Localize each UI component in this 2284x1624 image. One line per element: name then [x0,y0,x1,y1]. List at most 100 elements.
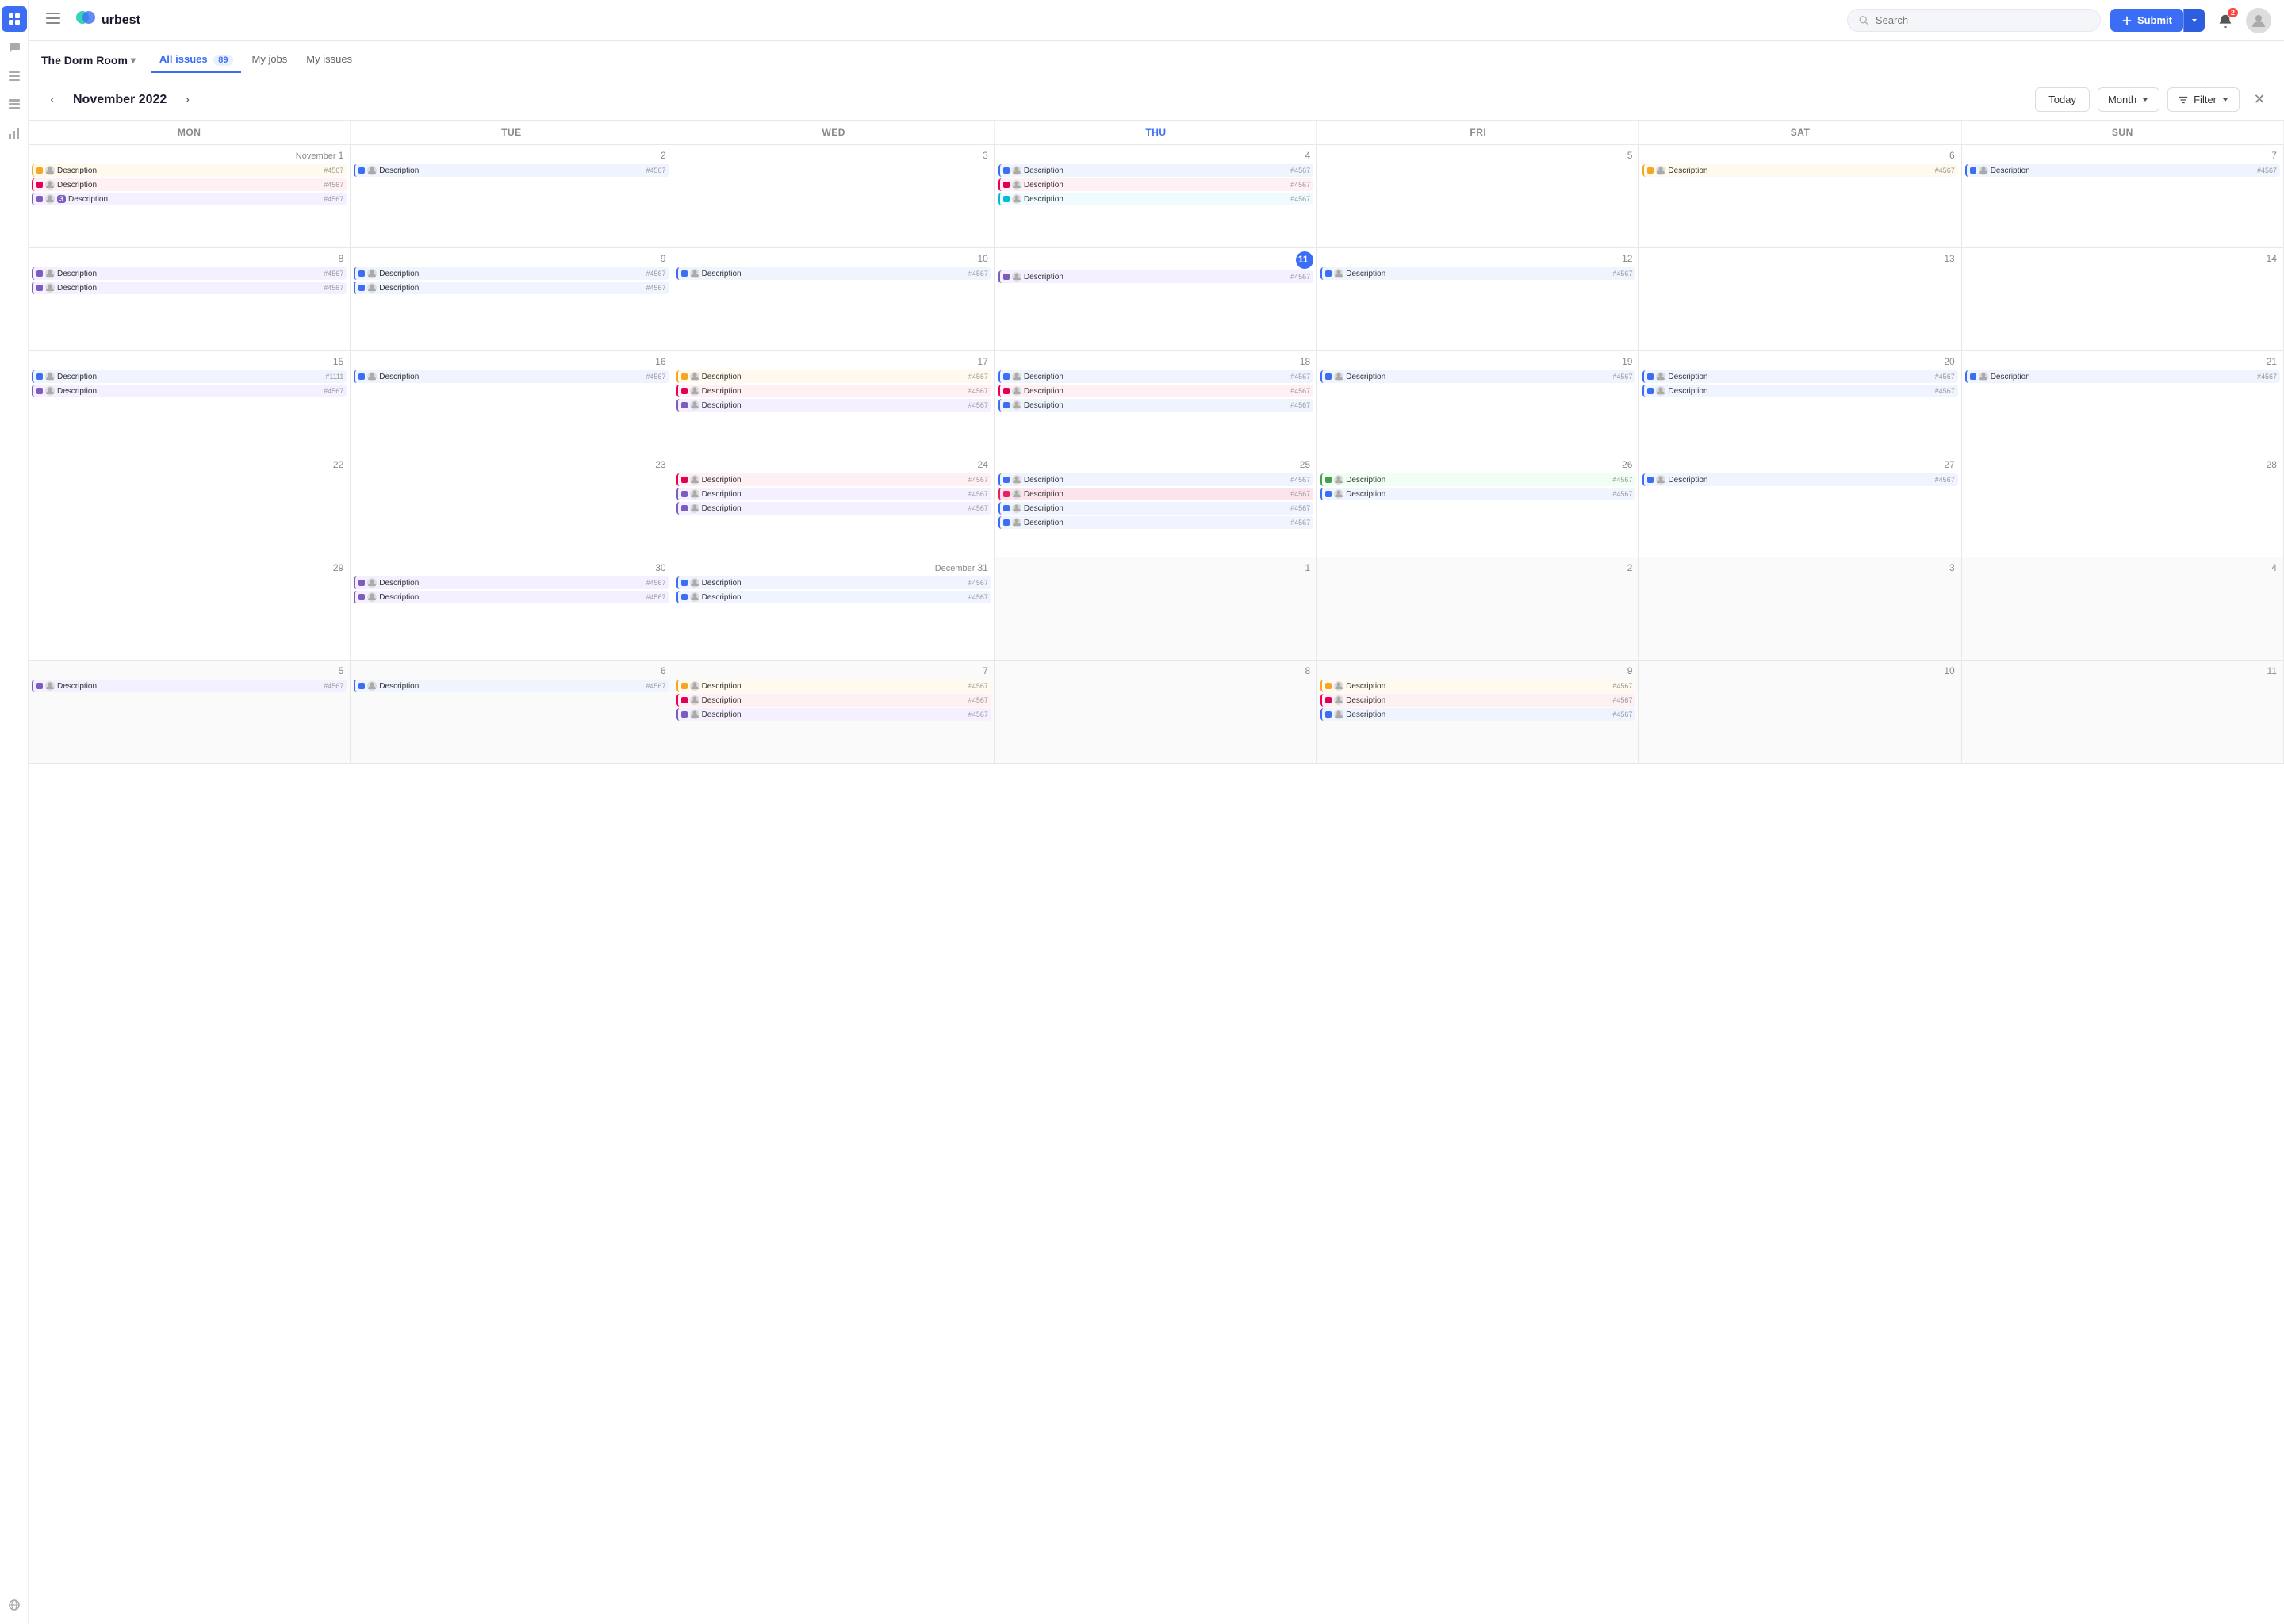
nav-icon-grid[interactable] [2,6,27,32]
event-item[interactable]: Description#4567 [998,164,1313,177]
calendar-cell[interactable]: 3 [673,145,995,248]
event-item[interactable]: Description#4567 [354,576,669,589]
event-item[interactable]: 3Description#4567 [32,193,347,205]
nav-icon-chat[interactable] [2,35,27,60]
calendar-cell[interactable]: 17Description#4567Description#4567Descri… [673,351,995,454]
calendar-cell[interactable]: 7Description#4567Description#4567Descrip… [673,661,995,764]
event-item[interactable]: Description#4567 [32,178,347,191]
event-item[interactable]: Description#4567 [998,473,1313,486]
event-item[interactable]: Description#4567 [676,694,991,707]
event-item[interactable]: Description#4567 [354,282,669,294]
calendar-cell[interactable]: 24Description#4567Description#4567Descri… [673,454,995,557]
event-item[interactable]: Description#4567 [1320,708,1635,721]
search-bar[interactable] [1847,9,2101,32]
filter-button[interactable]: Filter [2167,87,2240,112]
nav-icon-chart[interactable] [2,121,27,146]
event-item[interactable]: Description#4567 [676,473,991,486]
hamburger-menu[interactable] [41,8,65,33]
calendar-cell[interactable]: 2Description#4567 [351,145,673,248]
submit-arrow[interactable] [2183,9,2205,32]
event-item[interactable]: Description#4567 [676,399,991,412]
event-item[interactable]: Description#4567 [1965,370,2280,383]
calendar-cell[interactable]: December 31Description#4567Description#4… [673,557,995,661]
tab-my-jobs[interactable]: My jobs [244,47,296,73]
calendar-cell[interactable]: 11 [1962,661,2284,764]
event-item[interactable]: Description#4567 [1320,680,1635,692]
event-item[interactable]: Description#4567 [32,385,347,397]
event-item[interactable]: Description#4567 [998,270,1313,283]
notifications-button[interactable]: 2 [2213,8,2238,33]
submit-button[interactable]: Submit [2110,9,2183,32]
calendar-cell[interactable]: 16Description#4567 [351,351,673,454]
calendar-cell[interactable]: November 1Description#4567Description#45… [29,145,351,248]
event-item[interactable]: Description#4567 [676,370,991,383]
calendar-cell[interactable]: 12Description#4567 [1317,248,1639,351]
calendar-cell[interactable]: 9Description#4567Description#4567Descrip… [1317,661,1639,764]
tab-all-issues[interactable]: All issues 89 [151,47,241,73]
event-item[interactable]: Description#4567 [1320,694,1635,707]
event-item[interactable]: Description#4567 [998,178,1313,191]
event-item[interactable]: Description#4567 [676,267,991,280]
event-item[interactable]: Description#4567 [676,708,991,721]
calendar-cell[interactable]: 19Description#4567 [1317,351,1639,454]
calendar-cell[interactable]: 28 [1962,454,2284,557]
event-item[interactable]: Description#4567 [354,267,669,280]
calendar-cell[interactable]: 1 [995,557,1317,661]
event-item[interactable]: Description#4567 [1320,267,1635,280]
search-input[interactable] [1876,14,2089,26]
calendar-cell[interactable]: 3 [1639,557,1961,661]
event-item[interactable]: Description#4567 [676,502,991,515]
event-item[interactable]: Description#4567 [998,385,1313,397]
calendar-cell[interactable]: 20Description#4567Description#4567 [1639,351,1961,454]
event-item[interactable]: Description#4567 [998,516,1313,529]
event-item[interactable]: Description#4567 [1320,473,1635,486]
event-item[interactable]: Description#4567 [1642,473,1957,486]
event-item[interactable]: Description#4567 [676,680,991,692]
event-item[interactable]: Description#4567 [1320,488,1635,500]
event-item[interactable]: Description#4567 [676,488,991,500]
calendar-cell[interactable]: 6Description#4567 [1639,145,1961,248]
event-item[interactable]: Description#4567 [354,370,669,383]
calendar-cell[interactable]: 22 [29,454,351,557]
next-month-button[interactable]: › [176,89,198,111]
event-item[interactable]: Description#1111 [32,370,347,383]
calendar-cell[interactable]: 8Description#4567Description#4567 [29,248,351,351]
today-button[interactable]: Today [2035,87,2090,112]
calendar-cell[interactable]: 15Description#1111Description#4567 [29,351,351,454]
event-item[interactable]: Description#4567 [354,680,669,692]
calendar-cell[interactable]: 4 [1962,557,2284,661]
event-item[interactable]: Description#4567 [1642,370,1957,383]
nav-icon-globe[interactable] [2,1592,27,1618]
event-item[interactable]: Description#4567 [32,680,347,692]
event-item[interactable]: Description#4567 [32,267,347,280]
tab-my-issues[interactable]: My issues [298,47,360,73]
calendar-cell[interactable]: 2 [1317,557,1639,661]
event-item[interactable]: Description#4567 [676,591,991,603]
event-item[interactable]: Description#4567 [32,164,347,177]
event-item[interactable]: Description#4567 [354,164,669,177]
event-item[interactable]: Description#4567 [998,488,1313,500]
nav-icon-list[interactable] [2,63,27,89]
event-item[interactable]: Description#4567 [1642,164,1957,177]
event-item[interactable]: Description#4567 [998,193,1313,205]
event-item[interactable]: Description#4567 [676,576,991,589]
calendar-cell[interactable]: 14 [1962,248,2284,351]
event-item[interactable]: Description#4567 [1642,385,1957,397]
month-view-button[interactable]: Month [2098,87,2159,112]
calendar-cell[interactable]: 18Description#4567Description#4567Descri… [995,351,1317,454]
calendar-cell[interactable]: 30Description#4567Description#4567 [351,557,673,661]
calendar-cell[interactable]: 10 [1639,661,1961,764]
calendar-cell[interactable]: 23 [351,454,673,557]
calendar-cell[interactable]: 7Description#4567 [1962,145,2284,248]
event-item[interactable]: Description#4567 [998,370,1313,383]
calendar-cell[interactable]: 9Description#4567Description#4567 [351,248,673,351]
calendar-cell[interactable]: 21Description#4567 [1962,351,2284,454]
event-item[interactable]: Description#4567 [676,385,991,397]
event-item[interactable]: Description#4567 [1320,370,1635,383]
event-item[interactable]: Description#4567 [1965,164,2280,177]
calendar-cell[interactable]: 27Description#4567 [1639,454,1961,557]
event-item[interactable]: Description#4567 [998,399,1313,412]
event-item[interactable]: Description#4567 [32,282,347,294]
calendar-cell[interactable]: 25Description#4567Description#4567Descri… [995,454,1317,557]
calendar-cell[interactable]: 10Description#4567 [673,248,995,351]
